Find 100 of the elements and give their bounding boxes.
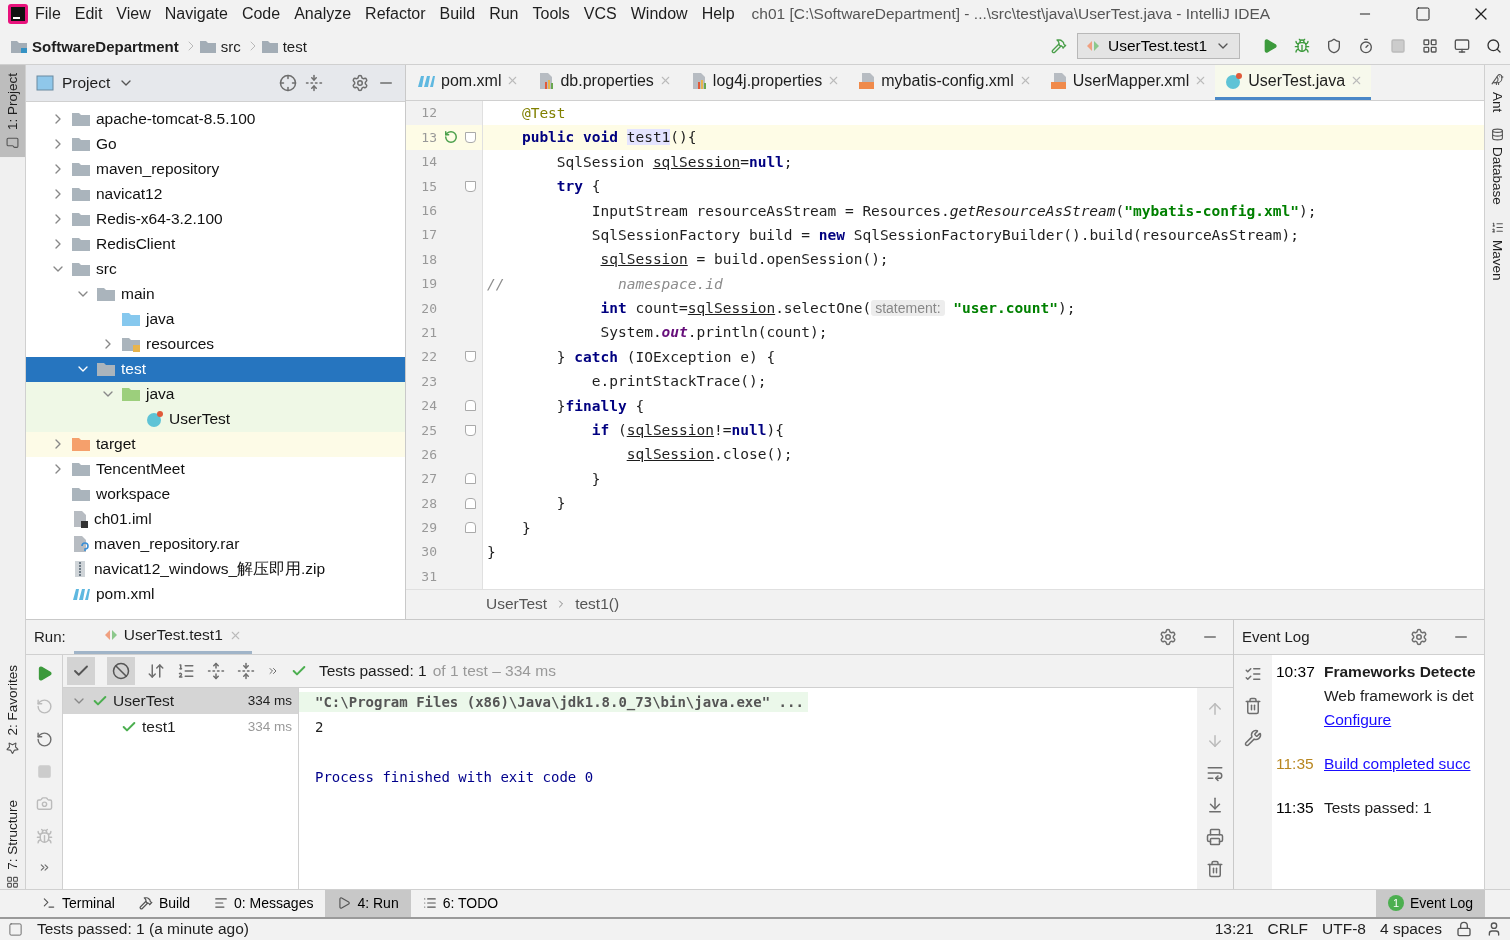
tree-item[interactable]: ch01.iml [26,506,405,532]
settings-icon[interactable] [351,73,369,92]
panel-title[interactable]: Project [62,73,111,92]
sort-duration-icon[interactable] [177,661,195,680]
breadcrumb[interactable]: test1() [575,595,620,614]
fold-marker-icon[interactable] [465,400,476,412]
breadcrumb[interactable]: UserTest [486,595,548,614]
breadcrumb[interactable]: test [282,37,307,55]
tool-window-tab[interactable]: Maven [1485,212,1510,289]
coverage-icon[interactable] [1326,38,1342,55]
settings-icon[interactable] [1410,627,1428,646]
tool-window-tab[interactable]: Ant [1485,64,1510,120]
tree-item[interactable]: src [26,256,405,282]
editor-tab[interactable]: pom.xml [406,64,528,100]
breadcrumb[interactable]: src [220,37,241,55]
status-toggle-icon[interactable] [8,921,23,937]
tool-window-tab[interactable]: Database [1485,120,1510,213]
run-tab[interactable]: UserTest.test1 [73,619,252,654]
breadcrumb[interactable]: SoftwareDepartment [32,37,179,55]
log-link[interactable]: Build completed succ [1324,754,1484,773]
status-item[interactable]: 4 spaces [1379,920,1442,939]
status-item[interactable]: CRLF [1267,920,1309,939]
collapse-all-icon[interactable] [305,73,323,92]
fold-marker-icon[interactable] [465,424,476,436]
tree-item[interactable]: test [26,356,405,382]
debug-icon[interactable] [1294,38,1310,55]
menu-item[interactable]: VCS [576,5,624,24]
menu-item[interactable]: Run [482,5,526,24]
menu-item[interactable]: Help [694,5,742,24]
project-structure-icon[interactable] [1422,38,1438,55]
menu-item[interactable]: Window [623,5,695,24]
tree-item[interactable]: target [26,431,405,457]
tool-window-tab[interactable]: 1: Project [0,64,25,157]
tree-item[interactable]: Go [26,131,405,157]
print-icon[interactable] [1206,827,1224,846]
settings-icon[interactable] [1159,627,1177,646]
tree-item[interactable]: maven_repository [26,156,405,182]
tree-item[interactable]: navicat12_windows_解压即用.zip [26,556,405,582]
menu-item[interactable]: Build [432,5,483,24]
tree-item[interactable]: main [26,281,405,307]
tree-item[interactable]: java [26,381,405,407]
status-item[interactable]: UTF-8 [1322,920,1366,939]
tree-item[interactable]: java [26,306,405,332]
fold-marker-icon[interactable] [465,473,476,485]
tree-item[interactable]: pom.xml [26,581,405,607]
tree-item[interactable]: navicat12 [26,181,405,207]
tree-item[interactable]: apache-tomcat-8.5.100 [26,106,405,132]
editor-tab[interactable]: db.properties [527,64,680,100]
status-item[interactable]: 13:21 [1214,920,1254,939]
run-icon[interactable] [1262,38,1278,55]
tree-item[interactable]: maven_repository.rar [26,531,405,557]
menu-item[interactable]: Navigate [157,5,235,24]
sort-alpha-icon[interactable] [147,661,165,680]
tree-item[interactable]: workspace [26,481,405,507]
event-log-button[interactable]: 1 Event Log [1375,889,1485,917]
run-test-icon[interactable] [444,130,458,145]
menu-item[interactable]: Tools [525,5,577,24]
editor-tab[interactable]: mybatis-config.xml [848,64,1040,100]
editor-tab[interactable]: log4j.properties [679,64,849,100]
fold-marker-icon[interactable] [465,180,476,192]
editor-tab[interactable]: UserMapper.xml [1039,64,1216,100]
tool-window-button[interactable]: 0: Messages [202,889,326,917]
editor-tab[interactable]: UserTest.java [1215,64,1372,100]
menu-item[interactable]: Refactor [358,5,433,24]
maximize-icon[interactable] [1415,6,1431,23]
hammer-icon[interactable] [1050,38,1067,55]
menu-item[interactable]: Code [234,5,288,24]
menu-item[interactable]: Analyze [287,5,359,24]
fold-marker-icon[interactable] [465,351,476,363]
tool-window-button[interactable]: Build [126,889,203,917]
terminal-icon[interactable] [1454,38,1470,55]
log-link[interactable]: Configure [1324,710,1484,729]
fold-marker-icon[interactable] [465,497,476,509]
tree-item[interactable]: resources [26,331,405,357]
tree-item[interactable]: TencentMeet [26,456,405,482]
fold-marker-icon[interactable] [465,522,476,534]
profile-icon[interactable] [1358,38,1374,55]
tool-window-button[interactable]: 4: Run [325,889,411,917]
collapse-all-icon[interactable] [237,661,255,680]
tool-window-button[interactable]: Terminal [30,889,127,917]
wrench-icon[interactable] [1244,728,1262,747]
test-item[interactable]: UserTest 334 ms [63,687,298,714]
lock-icon[interactable] [1456,921,1472,938]
show-ignored-toggle[interactable] [107,656,135,685]
tool-window-tab[interactable]: 7: Structure [0,792,25,898]
tree-item[interactable]: Redis-x64-3.2.100 [26,206,405,232]
menu-item[interactable]: View [109,5,158,24]
menu-item[interactable]: File [28,5,68,24]
trash-icon[interactable] [1244,696,1262,715]
search-icon[interactable] [1486,38,1502,55]
trash-icon[interactable] [1206,859,1224,878]
toggle-auto-test-icon[interactable] [35,730,53,748]
scroll-to-end-icon[interactable] [1206,795,1224,814]
expand-all-icon[interactable] [207,661,225,680]
test-item[interactable]: test1 334 ms [63,713,298,740]
menu-item[interactable]: Edit [67,5,110,24]
tool-window-button[interactable]: 6: TODO [410,889,511,917]
fold-marker-icon[interactable] [465,131,476,143]
show-passed-toggle[interactable] [67,656,95,685]
run-config-select[interactable]: UserTest.test1 [1076,33,1240,60]
